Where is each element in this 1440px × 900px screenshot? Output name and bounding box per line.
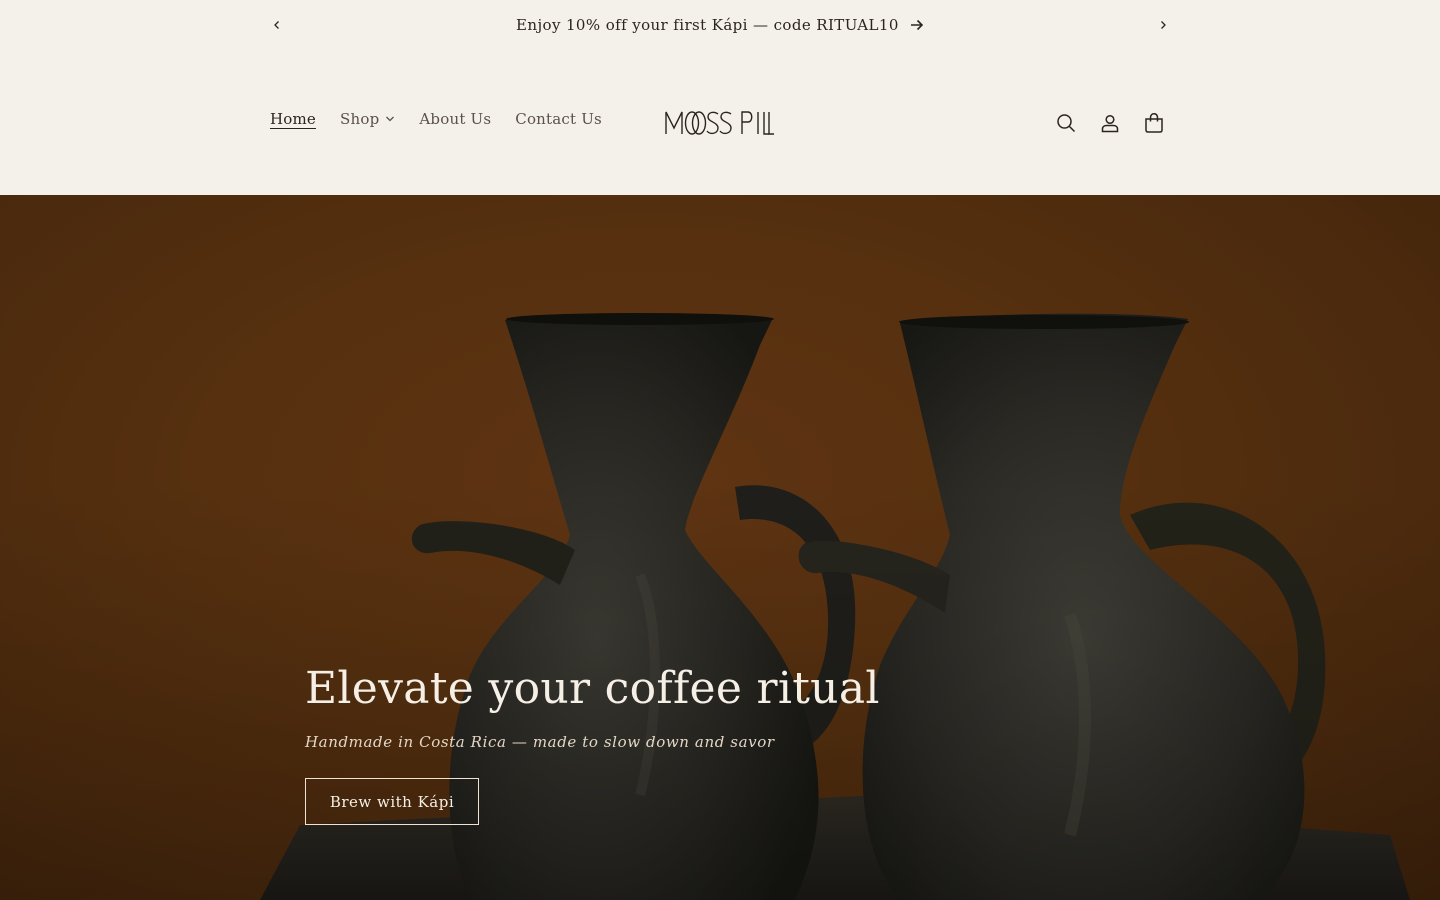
nav-item-home[interactable]: Home [258, 110, 328, 128]
arrow-right-icon [910, 19, 924, 31]
hero-title: Elevate your coffee ritual [305, 663, 880, 714]
hero-overlay [0, 195, 1440, 900]
chevron-down-icon [386, 116, 395, 122]
cart-icon [1145, 113, 1163, 133]
announcement-text: Enjoy 10% off your first Kápi — code RIT… [516, 16, 899, 34]
announcement-bar: Enjoy 10% off your first Kápi — code RIT… [0, 0, 1440, 50]
main-nav: Home Shop About Us Contact Us [258, 110, 614, 128]
account-button[interactable] [1088, 108, 1132, 138]
search-button[interactable] [1044, 108, 1088, 138]
announcement-link[interactable]: Enjoy 10% off your first Kápi — code RIT… [0, 15, 1440, 34]
nav-item-shop-label: Shop [340, 110, 380, 128]
site-logo[interactable] [664, 108, 776, 138]
nav-item-shop[interactable]: Shop [328, 110, 407, 128]
hero-cta-button[interactable]: Brew with Kápi [305, 778, 479, 825]
hero-banner: Elevate your coffee ritual Handmade in C… [0, 195, 1440, 900]
account-icon [1101, 114, 1119, 133]
header-icons [1044, 108, 1176, 138]
search-icon [1057, 114, 1076, 133]
hero-subtitle: Handmade in Costa Rica — made to slow do… [305, 733, 775, 751]
site-header: Home Shop About Us Contact Us [0, 50, 1440, 195]
chevron-right-icon [1161, 21, 1166, 29]
nav-item-about[interactable]: About Us [407, 110, 503, 128]
moss-pill-logo [665, 111, 774, 135]
cart-button[interactable] [1132, 108, 1176, 138]
announcement-next-button[interactable] [1151, 13, 1175, 37]
nav-item-contact[interactable]: Contact Us [503, 110, 614, 128]
